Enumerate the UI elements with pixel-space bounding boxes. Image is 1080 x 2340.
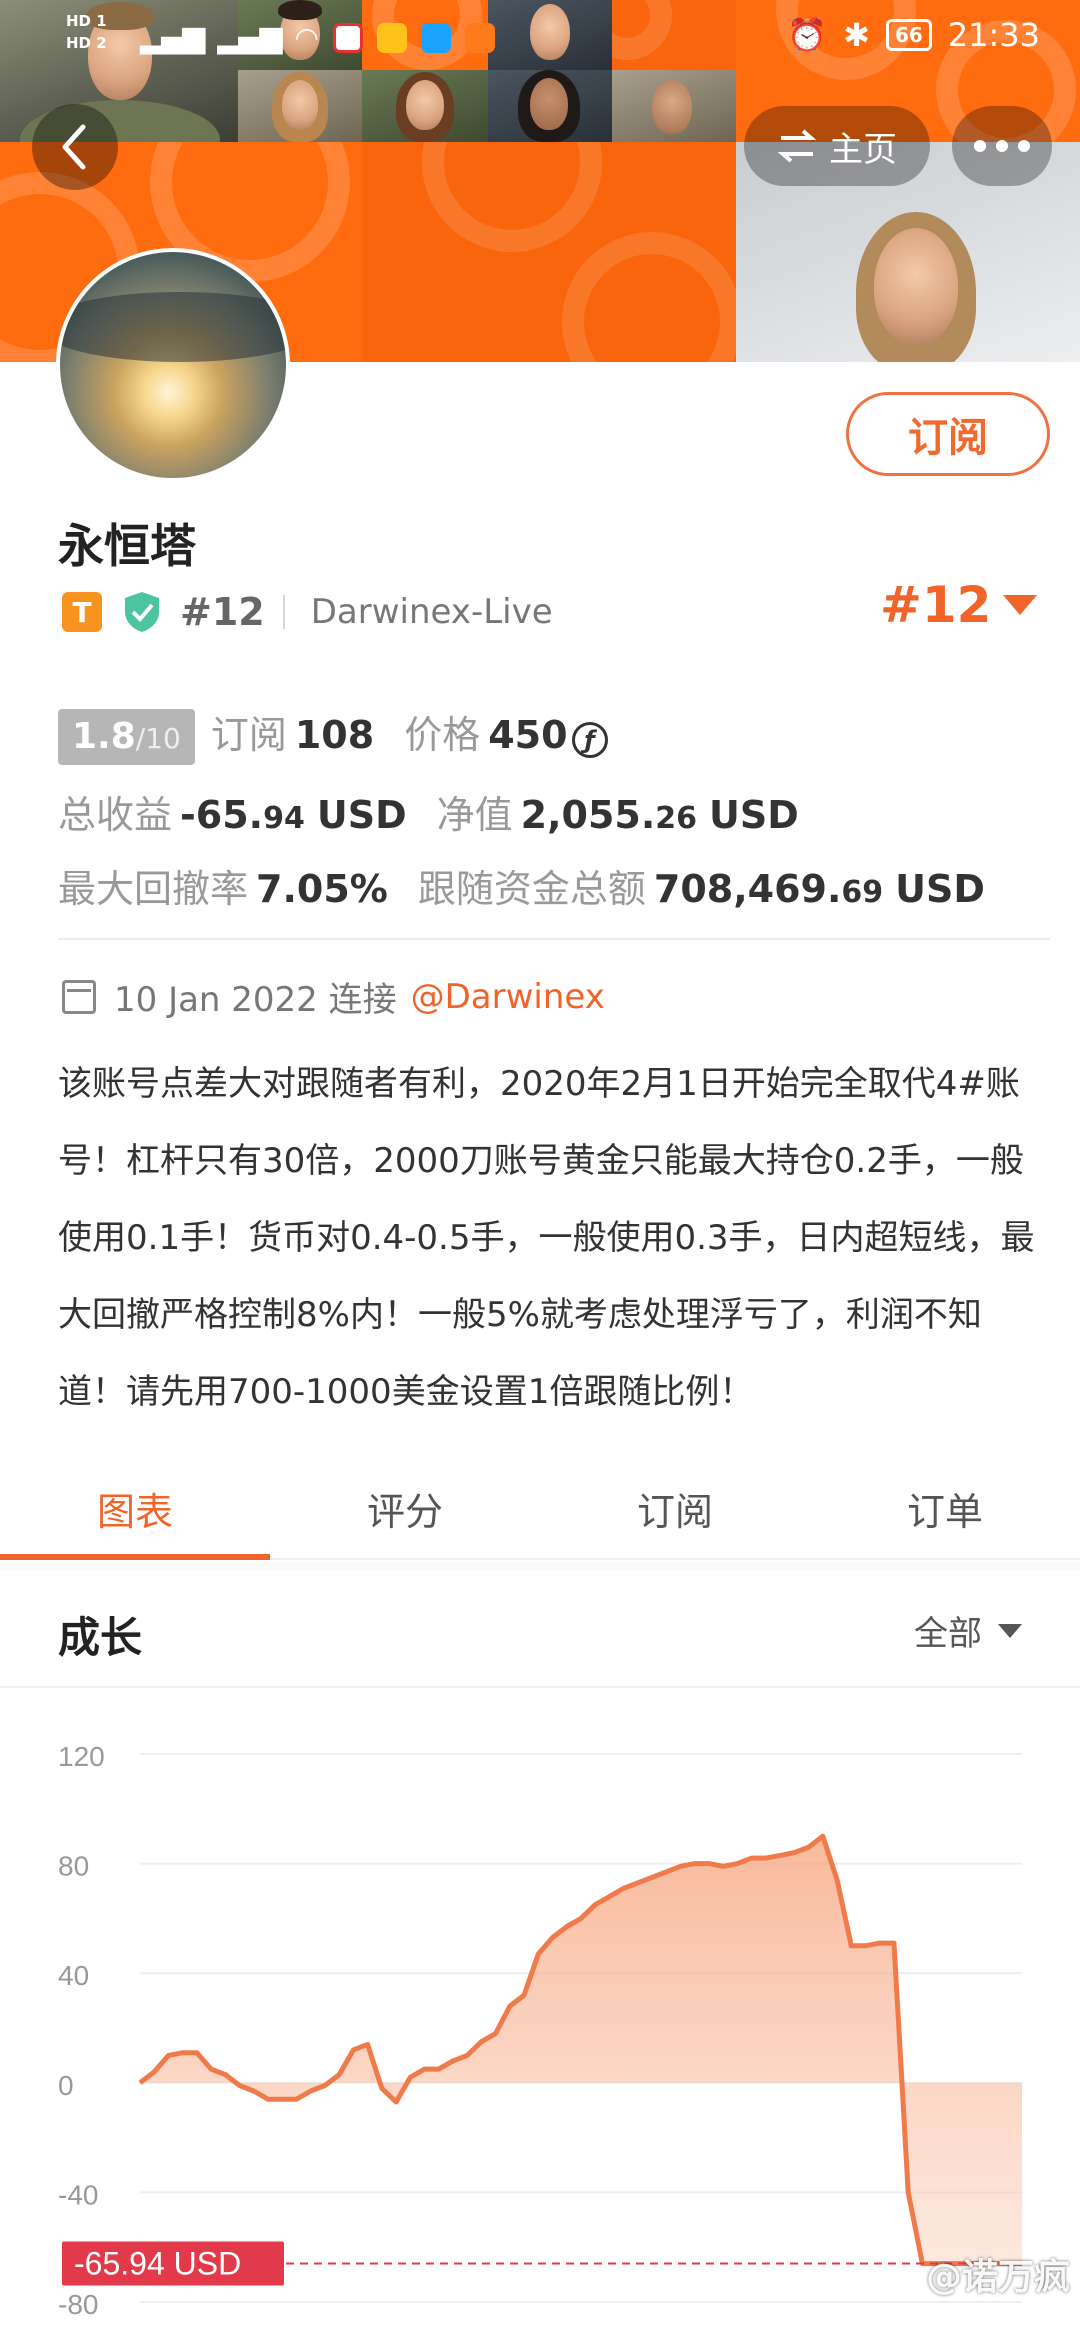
total-profit-value: -65. bbox=[180, 793, 264, 837]
dot-icon bbox=[996, 140, 1008, 152]
rank-label: #12 bbox=[180, 590, 265, 634]
y-tick-label: 0 bbox=[58, 2070, 74, 2101]
account-name: 永恒塔 bbox=[58, 519, 196, 573]
current-value-label: -65.94 USD bbox=[74, 2245, 241, 2281]
pattern-tile bbox=[362, 142, 736, 362]
swap-icon bbox=[777, 129, 817, 163]
tier-badge[interactable]: T bbox=[62, 592, 102, 632]
divider bbox=[58, 938, 1050, 940]
follow-funds-unit: USD bbox=[895, 867, 985, 911]
connected-date: 10 Jan 2022 连接 bbox=[114, 980, 397, 1020]
score-value: 1.8 bbox=[72, 716, 136, 757]
score-badge[interactable]: 1.8/10 bbox=[58, 709, 195, 765]
clock: 21:33 bbox=[947, 16, 1040, 54]
back-button[interactable] bbox=[32, 104, 118, 190]
wifi-icon: ◠ bbox=[294, 21, 319, 54]
chevron-left-icon bbox=[62, 124, 86, 170]
subscriptions-value: 108 bbox=[294, 713, 375, 757]
stats-row-1: 1.8/10 订阅 108 价格 450 ƒ bbox=[58, 704, 608, 765]
chart-title: 成长 bbox=[58, 1613, 143, 1662]
watermark: @诺万疯 bbox=[925, 2257, 1070, 2298]
chart-header: 成长 全部 bbox=[0, 1570, 1080, 1688]
coin-icon: ƒ bbox=[571, 722, 608, 758]
account-meta: T #12 Darwinex-Live bbox=[62, 586, 553, 638]
mail-app-icon bbox=[376, 22, 407, 53]
rank-value: #12 bbox=[880, 576, 992, 634]
follow-funds-label: 跟随资金总额 bbox=[417, 867, 646, 911]
alarm-icon: ⏰ bbox=[787, 16, 828, 54]
range-dropdown[interactable]: 全部 bbox=[914, 1606, 1022, 1655]
account-avatar[interactable] bbox=[56, 248, 290, 482]
search-app-icon bbox=[420, 22, 451, 53]
chart-svg: 120 80 40 0 -40 -80 -65.94 USD bbox=[58, 1741, 1022, 2320]
follow-funds-value: 708,469. bbox=[653, 867, 842, 911]
news-app-icon bbox=[332, 22, 363, 53]
growth-chart[interactable]: 120 80 40 0 -40 -80 -65.94 USD bbox=[0, 1690, 1080, 2340]
equity-decimals: 26 bbox=[655, 801, 698, 836]
divider bbox=[282, 595, 285, 629]
status-bar: HD 1 HD 2 ▂▄▆ ▂▄▆ ◠ ⏰ ✱ 66 21:33 bbox=[0, 0, 1080, 76]
signal-icon: ▂▄▆ bbox=[140, 20, 205, 55]
video-app-icon bbox=[464, 22, 495, 53]
caret-down-icon bbox=[998, 1623, 1022, 1638]
equity-unit: USD bbox=[709, 793, 799, 837]
y-tick-label: 120 bbox=[58, 1741, 105, 1772]
total-profit-unit: USD bbox=[316, 793, 407, 837]
tab-bar: 图表 评分 订阅 订单 bbox=[0, 1458, 1080, 1560]
stats-row-2: 总收益 -65. 94 USD 净值 2,055. 26 USD bbox=[58, 784, 799, 839]
follow-funds-decimals: 69 bbox=[841, 875, 884, 910]
max-drawdown-label: 最大回撤率 bbox=[58, 867, 249, 911]
subscribe-button[interactable]: 订阅 bbox=[846, 392, 1050, 476]
tab-orders[interactable]: 订单 bbox=[810, 1458, 1080, 1558]
max-drawdown-value: 7.05% bbox=[256, 867, 388, 911]
price-value: 450 bbox=[488, 713, 568, 757]
calendar-icon bbox=[62, 979, 96, 1014]
bluetooth-icon: ✱ bbox=[843, 16, 870, 54]
subscriptions-label: 订阅 bbox=[210, 713, 287, 757]
equity-value: 2,055. bbox=[520, 793, 656, 837]
verified-shield-icon[interactable] bbox=[122, 590, 162, 634]
home-label: 主页 bbox=[829, 129, 897, 170]
score-max: /10 bbox=[135, 722, 181, 755]
rank-dropdown[interactable]: #12 bbox=[880, 576, 1038, 634]
price-label: 价格 bbox=[404, 713, 481, 757]
growth-area bbox=[140, 1836, 1022, 2264]
account-description: 该账号点差大对跟随者有利，2020年2月1日开始完全取代4#账号！杠杆只有30倍… bbox=[58, 1064, 1035, 1412]
more-options-button[interactable] bbox=[952, 106, 1052, 186]
equity-label: 净值 bbox=[436, 793, 513, 837]
y-tick-label: 80 bbox=[58, 1851, 89, 1882]
broker-link[interactable]: @Darwinex bbox=[411, 977, 605, 1017]
sim1-label: HD 1 bbox=[66, 12, 107, 30]
sim-indicators: HD 1 HD 2 bbox=[66, 10, 107, 54]
status-icons: ▂▄▆ ▂▄▆ ◠ bbox=[140, 20, 495, 55]
tab-chart[interactable]: 图表 bbox=[0, 1458, 270, 1560]
tab-subscriptions[interactable]: 订阅 bbox=[540, 1458, 810, 1558]
caret-down-icon bbox=[1003, 595, 1038, 615]
stats-row-3: 最大回撤率 7.05% 跟随资金总额 708,469. 69 USD bbox=[58, 858, 985, 913]
dot-icon bbox=[974, 140, 986, 152]
avatar-art bbox=[60, 292, 286, 362]
server-name: Darwinex-Live bbox=[310, 592, 553, 632]
section-gap bbox=[0, 1562, 1080, 1570]
y-tick-label: -40 bbox=[58, 2179, 98, 2210]
battery-indicator: 66 bbox=[885, 19, 932, 51]
member-photo bbox=[488, 70, 612, 142]
member-photo bbox=[238, 70, 362, 142]
range-label: 全部 bbox=[914, 1614, 982, 1654]
total-profit-label: 总收益 bbox=[58, 793, 173, 837]
signal-icon: ▂▄▆ bbox=[217, 20, 282, 55]
status-right: ⏰ ✱ 66 21:33 bbox=[787, 16, 1040, 54]
connected-since: 10 Jan 2022 连接 @Darwinex bbox=[62, 972, 605, 1021]
total-profit-decimals: 94 bbox=[263, 801, 305, 836]
member-photo bbox=[612, 70, 736, 142]
y-tick-label: 40 bbox=[58, 1960, 89, 1991]
y-tick-label: -80 bbox=[58, 2289, 98, 2320]
sim2-label: HD 2 bbox=[66, 34, 107, 52]
home-button[interactable]: 主页 bbox=[744, 106, 930, 186]
tab-rating[interactable]: 评分 bbox=[270, 1458, 540, 1558]
member-photo bbox=[362, 70, 488, 142]
dot-icon bbox=[1018, 140, 1030, 152]
